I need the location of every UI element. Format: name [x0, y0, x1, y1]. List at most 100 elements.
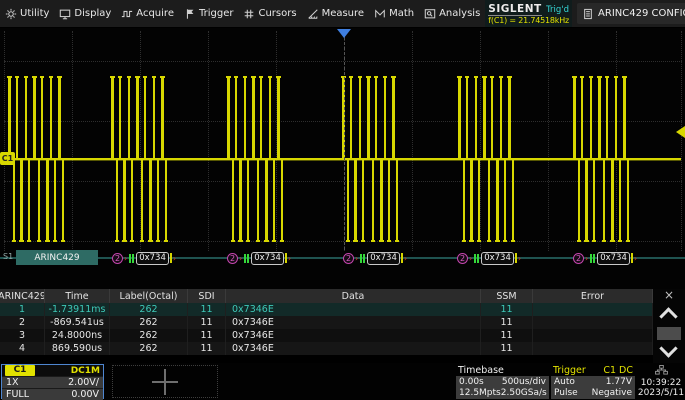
timebase-panel[interactable]: Timebase 0.00s 500us/div 12.5Mpts 2.50GS…	[456, 364, 549, 399]
table-cell	[533, 303, 653, 316]
timebase-delay: 0.00s	[459, 377, 484, 387]
frame-sync-bars-icon	[244, 254, 249, 263]
table-cell: 11	[188, 342, 226, 355]
col-header-error: Error	[533, 289, 653, 303]
frame-start-arrow-icon: ›	[585, 254, 588, 263]
waveform-display[interactable]: C1 S1 ARINC429 2›0x734›2›0x734›2›0x734›2…	[0, 28, 685, 289]
bandwidth-limit: FULL	[6, 389, 29, 400]
menu-label: Trigger	[199, 8, 234, 19]
table-row[interactable]: 324.8000ns262110x7346E11	[0, 329, 653, 342]
table-row[interactable]: 1-1.73911ms262110x7346E11	[0, 303, 653, 316]
table-cell: 0x7346E	[226, 342, 481, 355]
table-cell	[533, 316, 653, 329]
table-cell: 262	[110, 329, 188, 342]
table-cell: 11	[481, 303, 533, 316]
frame-start-arrow-icon: ›	[124, 254, 127, 263]
trigger-panel[interactable]: Trigger C1 DC Auto 1.77V Pulse Negative	[551, 364, 635, 399]
ruler-angle-icon	[307, 8, 319, 20]
frame-end-bar-icon	[285, 253, 287, 263]
brand-logo: SIGLENT	[488, 3, 541, 16]
clock-date: 2023/5/11	[638, 388, 684, 398]
table-cell: -869.541us	[45, 316, 110, 329]
trigger-source: C1 DC	[603, 365, 633, 376]
channel1-badge: C1	[5, 365, 35, 376]
menu-label: Analysis	[439, 8, 480, 19]
menu-item-utility[interactable]: Utility	[0, 0, 54, 27]
serial-bus-id: S1	[3, 252, 13, 261]
vertical-scale: 2.00V/	[68, 377, 99, 388]
clock-panel: 10:39:22 2023/5/11	[638, 364, 684, 399]
menu-item-display[interactable]: Display	[54, 0, 116, 27]
arinc429-config-button[interactable]: ARINC429 CONFIG	[577, 3, 685, 24]
frame-end-bar-icon	[170, 253, 172, 263]
table-cell: 2	[0, 316, 45, 329]
decode-frame: 2›0x734›	[112, 250, 176, 266]
channel-coupling: DC1M	[71, 366, 100, 376]
frame-end-bar-icon	[515, 253, 517, 263]
frame-truncated-arrow-icon: ›	[518, 254, 521, 263]
scroll-down-icon[interactable]	[659, 339, 677, 357]
table-cell: 11	[481, 329, 533, 342]
menu-item-math[interactable]: Math	[369, 0, 419, 27]
frame-truncated-arrow-icon: ›	[404, 254, 407, 263]
menu-item-acquire[interactable]: Acquire	[116, 0, 179, 27]
trigger-position-line	[344, 37, 345, 250]
table-cell: 0x7346E	[226, 303, 481, 316]
decode-frame: 2›0x734›	[457, 250, 521, 266]
table-cell: 11	[188, 303, 226, 316]
probe-attenuation: 1X	[6, 377, 19, 388]
frame-truncated-arrow-icon: ›	[173, 254, 176, 263]
timebase-scale: 500us/div	[502, 377, 546, 387]
gear-icon	[5, 8, 17, 20]
frame-data-value: 0x734	[367, 252, 400, 265]
monitor-icon	[59, 8, 71, 20]
frame-end-bar-icon	[401, 253, 403, 263]
table-cell: 11	[188, 329, 226, 342]
frame-word-count: 2	[457, 253, 468, 264]
memory-depth: 12.5Mpts	[459, 388, 501, 398]
channel1-ground-marker[interactable]: C1	[0, 152, 15, 165]
table-cell: 0x7346E	[226, 316, 481, 329]
status-block: SIGLENT Trig'd f(C1) = 21.74518kHz	[485, 0, 572, 27]
add-channel-area[interactable]	[112, 365, 218, 398]
frame-sync-bars-icon	[474, 254, 479, 263]
trigger-level-marker[interactable]	[676, 126, 685, 138]
list-document-icon	[583, 8, 593, 20]
table-cell: 4	[0, 342, 45, 355]
scroll-up-icon[interactable]	[659, 307, 677, 325]
decode-frame: 2›0x734›	[573, 250, 637, 266]
frame-word-count: 2	[573, 253, 584, 264]
table-scroll-gutter: ×	[653, 289, 685, 363]
bowtie-icon	[374, 8, 386, 20]
sample-rate: 2.50GSa/s	[501, 388, 547, 398]
decode-frame: 2›0x734›	[227, 250, 291, 266]
table-row[interactable]: 2-869.541us262110x7346E11	[0, 316, 653, 329]
decode-table-header: ARINC429 Time Label(Octal) SDI Data SSM …	[0, 289, 653, 303]
menu-label: Measure	[322, 8, 365, 19]
menu-item-cursors[interactable]: Cursors	[238, 0, 301, 27]
decode-bus-label[interactable]: ARINC429	[16, 250, 98, 265]
menu-item-analysis[interactable]: Analysis	[419, 0, 485, 27]
table-cell: 11	[481, 342, 533, 355]
trigger-position-marker[interactable]	[337, 29, 351, 38]
menu-label: Utility	[20, 8, 49, 19]
trigger-slope: Negative	[592, 388, 632, 398]
table-row[interactable]: 4869.590us262110x7346E11	[0, 342, 653, 355]
menu-item-trigger[interactable]: Trigger	[179, 0, 239, 27]
decode-frame: 2›0x734›	[343, 250, 407, 266]
vertical-offset: 0.00V	[71, 389, 99, 400]
frame-end-bar-icon	[631, 253, 633, 263]
channel1-panel[interactable]: C1 DC1M 1X 2.00V/ FULL 0.00V	[1, 364, 104, 399]
table-cell: 869.590us	[45, 342, 110, 355]
magnifier-icon	[424, 8, 436, 20]
col-header-ssm: SSM	[481, 289, 533, 303]
menu-item-measure[interactable]: Measure	[302, 0, 370, 27]
flag-icon	[184, 8, 196, 20]
scrollbar-thumb[interactable]	[657, 327, 681, 340]
decode-table: ARINC429 Time Label(Octal) SDI Data SSM …	[0, 289, 685, 363]
frame-truncated-arrow-icon: ›	[288, 254, 291, 263]
config-button-label: ARINC429 CONFIG	[598, 8, 685, 19]
table-cell: 262	[110, 342, 188, 355]
close-icon[interactable]: ×	[653, 288, 685, 302]
col-header-label: Label(Octal)	[110, 289, 188, 303]
